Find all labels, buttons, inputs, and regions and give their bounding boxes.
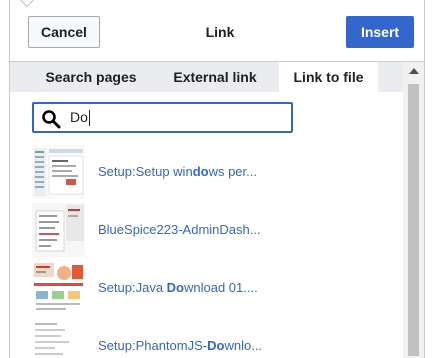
search-input[interactable]: Do xyxy=(32,102,293,133)
tab-link-to-file[interactable]: Link to file xyxy=(279,62,378,92)
popup-caret-inner xyxy=(21,0,33,6)
link-dialog: Cancel Link Insert Search pages External… xyxy=(9,0,425,358)
list-item[interactable]: BlueSpice223-AdminDash... xyxy=(10,201,403,259)
result-title: Setup:Java Download 01.... xyxy=(98,280,258,295)
result-title: Setup:PhantomJS-Downlo... xyxy=(98,338,263,353)
scroll-up-arrow-icon[interactable] xyxy=(409,68,419,74)
search-icon xyxy=(42,110,61,129)
tab-external-link[interactable]: External link xyxy=(160,62,270,92)
tab-panel-link-to-file: Do Setup:Setup windows per... BlueSpice2… xyxy=(10,92,403,358)
dialog-body: Search pages External link Link to file … xyxy=(10,61,424,358)
file-thumbnail xyxy=(32,203,85,257)
insert-button[interactable]: Insert xyxy=(346,16,414,48)
list-item[interactable]: Setup:Java Download 01.... xyxy=(10,259,403,317)
scrollbar[interactable] xyxy=(403,62,424,358)
result-title: Setup:Setup windows per... xyxy=(98,164,257,179)
dialog-header: Cancel Link Insert xyxy=(10,0,424,61)
search-input-value: Do xyxy=(70,109,90,127)
file-thumbnail xyxy=(32,319,85,358)
tab-search-pages[interactable]: Search pages xyxy=(32,62,150,92)
text-cursor xyxy=(88,110,90,127)
dialog-title: Link xyxy=(205,24,235,40)
result-title: BlueSpice223-AdminDash... xyxy=(98,222,261,237)
list-item[interactable]: Setup:Setup windows per... xyxy=(10,143,403,201)
cancel-button[interactable]: Cancel xyxy=(28,16,100,48)
list-item[interactable]: Setup:PhantomJS-Downlo... xyxy=(10,317,403,358)
file-thumbnail xyxy=(32,261,85,315)
scrollbar-thumb[interactable] xyxy=(408,84,419,356)
file-thumbnail xyxy=(32,145,85,199)
